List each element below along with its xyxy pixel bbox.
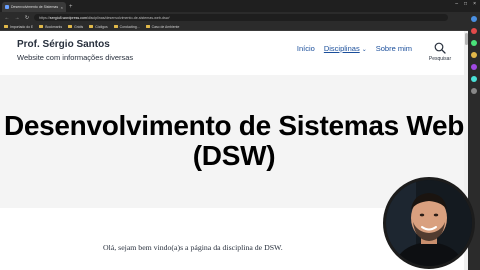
window-controls: – □ ×	[455, 1, 476, 7]
extension-icon[interactable]	[471, 40, 477, 46]
address-bar[interactable]: https://sergio8.wordpress.com/disciplina…	[34, 14, 448, 21]
search-icon	[434, 42, 446, 54]
bookmark-item[interactable]: Bookmarks	[39, 25, 62, 29]
search-label: Pesquisar	[428, 56, 452, 62]
browser-toolbar: ← → ↻ https://sergio8.wordpress.com/disc…	[0, 12, 480, 23]
url-path: /disciplinas/desenvolvimento-de-sistemas…	[86, 15, 170, 20]
url-host: sergio8.wordpress.com	[49, 15, 87, 20]
extension-icon[interactable]	[471, 28, 477, 34]
extension-icon[interactable]	[471, 88, 477, 94]
new-tab-button[interactable]: +	[69, 2, 73, 12]
tab-title: Desenvolvimento de Sistemas Web	[11, 5, 59, 9]
nav-link-home[interactable]: Início	[297, 44, 315, 53]
presenter-portrait	[386, 180, 472, 266]
minimize-icon[interactable]: –	[455, 1, 458, 7]
close-window-icon[interactable]: ×	[473, 1, 476, 7]
folder-icon	[68, 25, 73, 28]
bookmark-item[interactable]: Grátis	[68, 25, 83, 29]
folder-icon	[39, 25, 44, 28]
tab-favicon-icon	[5, 5, 9, 9]
tab-close-icon[interactable]: ×	[61, 5, 63, 10]
extension-icon[interactable]	[471, 76, 477, 82]
folder-icon	[113, 25, 118, 28]
maximize-icon[interactable]: □	[464, 1, 467, 7]
site-description: Website com informações diversas	[17, 53, 134, 62]
back-icon[interactable]: ←	[4, 15, 10, 21]
extension-icon[interactable]	[471, 64, 477, 70]
presenter-webcam	[383, 177, 475, 269]
browser-tab-bar: Desenvolvimento de Sistemas Web × + – □ …	[0, 0, 480, 12]
extension-icon[interactable]	[471, 52, 477, 58]
site-title[interactable]: Prof. Sérgio Santos	[17, 39, 110, 50]
nav-item-disciplinas[interactable]: Disciplinas ⌄	[324, 44, 367, 53]
folder-icon	[89, 25, 94, 28]
bookmark-item[interactable]: Códigos	[89, 25, 108, 29]
nav-link-disciplinas[interactable]: Disciplinas	[324, 44, 360, 53]
page-title: Desenvolvimento de Sistemas Web (DSW)	[3, 110, 465, 171]
primary-nav: Início Disciplinas ⌄ Sobre mim	[297, 44, 412, 53]
search-button[interactable]: Pesquisar	[426, 42, 454, 62]
intro-paragraph: Olá, sejam bem vindo(a)s a página da dis…	[103, 243, 283, 252]
bookmark-item[interactable]: Caso de Ambiente	[145, 25, 179, 29]
extension-icon[interactable]	[471, 16, 477, 22]
reload-icon[interactable]: ↻	[24, 15, 30, 21]
scrollbar-thumb[interactable]	[464, 33, 468, 45]
bookmark-item[interactable]: Importado do E	[4, 25, 33, 29]
nav-link-sobre[interactable]: Sobre mim	[376, 44, 412, 53]
folder-icon	[4, 25, 8, 28]
bookmark-item[interactable]: Conducting...	[113, 25, 140, 29]
folder-icon	[145, 25, 150, 28]
site-header: Prof. Sérgio Santos Website com informaç…	[0, 31, 468, 75]
forward-icon[interactable]: →	[14, 15, 20, 21]
browser-tab-active[interactable]: Desenvolvimento de Sistemas Web ×	[2, 2, 66, 12]
chevron-down-icon[interactable]: ⌄	[362, 47, 367, 53]
bookmarks-bar: Importado do E Bookmarks Grátis Códigos …	[0, 23, 480, 31]
